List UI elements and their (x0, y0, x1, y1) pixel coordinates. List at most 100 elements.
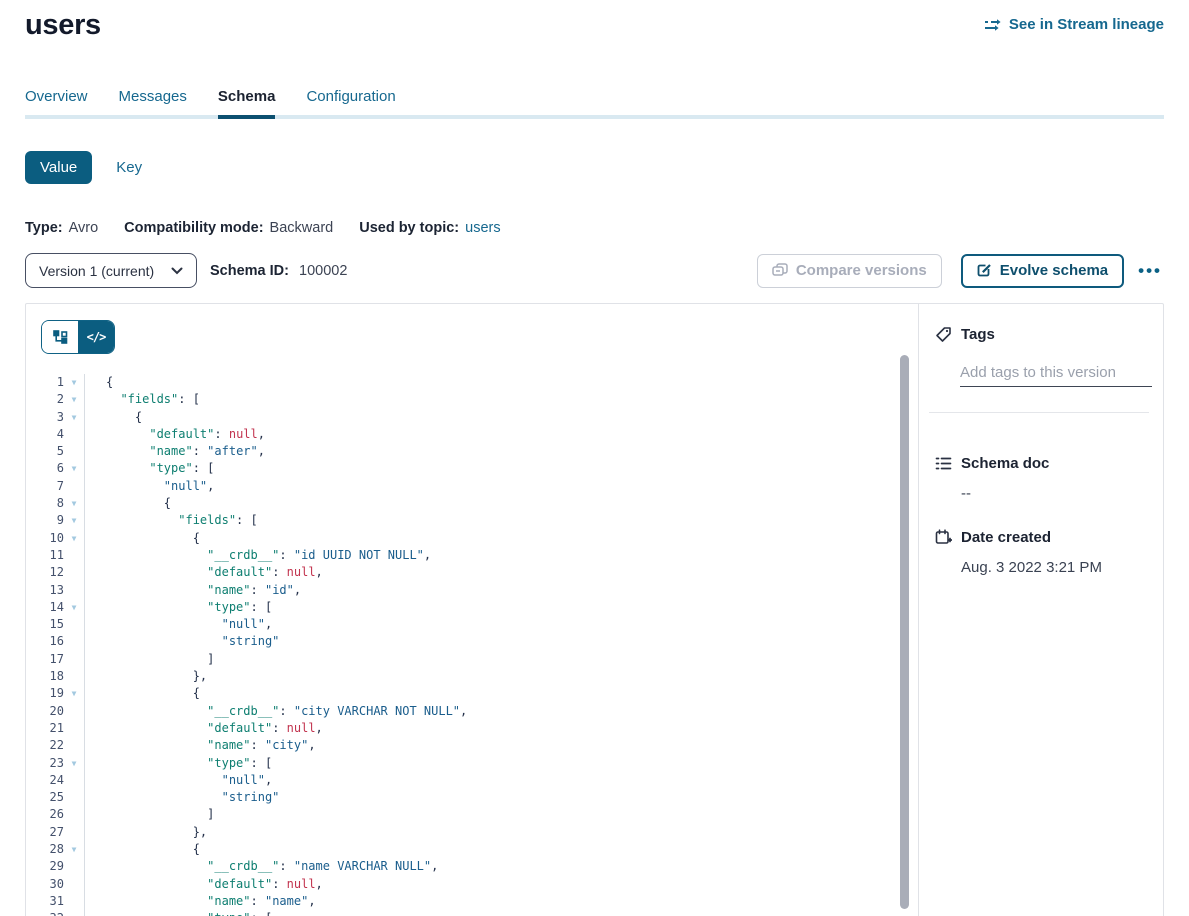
line-number: 15 (26, 616, 64, 633)
fold-toggle-icon[interactable]: ▼ (64, 755, 85, 772)
line-number: 29 (26, 858, 64, 875)
code-line: 3▼ { (26, 409, 918, 426)
add-tags-input[interactable] (960, 364, 1152, 387)
value-toggle-button[interactable]: Value (25, 151, 92, 184)
line-number: 22 (26, 737, 64, 754)
code-line: 16 "string" (26, 633, 918, 650)
fold-gutter (64, 858, 85, 875)
schema-doc-section: Schema doc -- (935, 455, 1145, 502)
calendar-plus-icon (935, 529, 952, 546)
schema-doc-title: Schema doc (961, 455, 1049, 472)
editor-view-toggle: </> (41, 320, 115, 354)
code-text: "name": "name", (85, 893, 316, 910)
code-text: "null", (85, 616, 272, 633)
code-line: 1▼{ (26, 374, 918, 391)
evolve-schema-button[interactable]: Evolve schema (961, 254, 1124, 288)
key-toggle-button[interactable]: Key (116, 159, 142, 176)
schema-card: </> 1▼{2▼ "fields": [3▼ {4 "default": nu… (25, 303, 1164, 916)
tab-overview[interactable]: Overview (25, 88, 88, 119)
fold-gutter (64, 564, 85, 581)
code-line: 8▼ { (26, 495, 918, 512)
fold-toggle-icon[interactable]: ▼ (64, 910, 85, 916)
code-line: 13 "name": "id", (26, 582, 918, 599)
code-text: "name": "id", (85, 582, 301, 599)
fold-toggle-icon[interactable]: ▼ (64, 391, 85, 408)
code-line: 4 "default": null, (26, 426, 918, 443)
code-line: 18 }, (26, 668, 918, 685)
fold-toggle-icon[interactable]: ▼ (64, 512, 85, 529)
line-number: 21 (26, 720, 64, 737)
line-number: 19 (26, 685, 64, 702)
topic-link[interactable]: users (465, 220, 500, 236)
see-in-stream-lineage-link[interactable]: See in Stream lineage (982, 16, 1164, 33)
tree-view-icon (53, 330, 68, 344)
code-text: "__crdb__": "name VARCHAR NULL", (85, 858, 438, 875)
fold-gutter (64, 443, 85, 460)
tree-view-button[interactable] (42, 321, 78, 353)
line-number: 4 (26, 426, 64, 443)
compatibility-value: Backward (270, 220, 334, 236)
stream-lineage-label: See in Stream lineage (1009, 16, 1164, 33)
tag-icon (935, 326, 952, 343)
fold-gutter (64, 772, 85, 789)
code-text: "type": [ (85, 910, 272, 916)
code-text: "default": null, (85, 426, 265, 443)
code-line: 10▼ { (26, 530, 918, 547)
line-number: 13 (26, 582, 64, 599)
code-text: "string" (85, 633, 279, 650)
fold-toggle-icon[interactable]: ▼ (64, 374, 85, 391)
fold-toggle-icon[interactable]: ▼ (64, 495, 85, 512)
schema-id-value: 100002 (299, 263, 347, 279)
fold-toggle-icon[interactable]: ▼ (64, 460, 85, 477)
code-text: "fields": [ (85, 512, 258, 529)
code-view-button[interactable]: </> (78, 321, 114, 353)
line-number: 20 (26, 703, 64, 720)
version-select[interactable]: Version 1 (current) (25, 253, 197, 288)
fold-toggle-icon[interactable]: ▼ (64, 530, 85, 547)
compare-versions-label: Compare versions (796, 262, 927, 279)
code-line: 20 "__crdb__": "city VARCHAR NOT NULL", (26, 703, 918, 720)
line-number: 28 (26, 841, 64, 858)
fold-gutter (64, 703, 85, 720)
version-select-value: Version 1 (current) (39, 263, 154, 279)
code-line: 19▼ { (26, 685, 918, 702)
code-text: "null", (85, 772, 272, 789)
code-line: 23▼ "type": [ (26, 755, 918, 772)
editor-scrollbar[interactable] (900, 355, 909, 909)
compatibility-label: Compatibility mode: (124, 220, 263, 236)
line-number: 10 (26, 530, 64, 547)
code-lines[interactable]: 1▼{2▼ "fields": [3▼ {4 "default": null,5… (26, 374, 918, 916)
code-line: 15 "null", (26, 616, 918, 633)
fold-gutter (64, 720, 85, 737)
fold-toggle-icon[interactable]: ▼ (64, 599, 85, 616)
tab-schema[interactable]: Schema (218, 88, 276, 119)
schema-page: users See in Stream lineage Overview Mess… (0, 0, 1189, 916)
code-line: 12 "default": null, (26, 564, 918, 581)
code-text: "default": null, (85, 564, 323, 581)
line-number: 18 (26, 668, 64, 685)
code-line: 6▼ "type": [ (26, 460, 918, 477)
tab-configuration[interactable]: Configuration (306, 88, 395, 119)
tab-messages[interactable]: Messages (119, 88, 187, 119)
code-text: { (85, 409, 142, 426)
compare-versions-icon (772, 263, 788, 278)
more-options-button[interactable]: ••• (1136, 261, 1164, 281)
line-number: 25 (26, 789, 64, 806)
line-number: 26 (26, 806, 64, 823)
line-number: 5 (26, 443, 64, 460)
fold-toggle-icon[interactable]: ▼ (64, 841, 85, 858)
code-text: "__crdb__": "city VARCHAR NOT NULL", (85, 703, 467, 720)
fold-toggle-icon[interactable]: ▼ (64, 685, 85, 702)
type-value: Avro (69, 220, 99, 236)
chevron-down-icon (171, 267, 183, 275)
compare-versions-button[interactable]: Compare versions (757, 254, 942, 288)
code-text: { (85, 374, 113, 391)
code-text: "name": "after", (85, 443, 265, 460)
fold-gutter (64, 876, 85, 893)
fold-toggle-icon[interactable]: ▼ (64, 409, 85, 426)
line-number: 14 (26, 599, 64, 616)
code-line: 32▼ "type": [ (26, 910, 918, 916)
tab-list: Overview Messages Schema Configuration (25, 88, 1164, 119)
code-text: "string" (85, 789, 279, 806)
format-toggle: Value Key (25, 151, 1164, 184)
